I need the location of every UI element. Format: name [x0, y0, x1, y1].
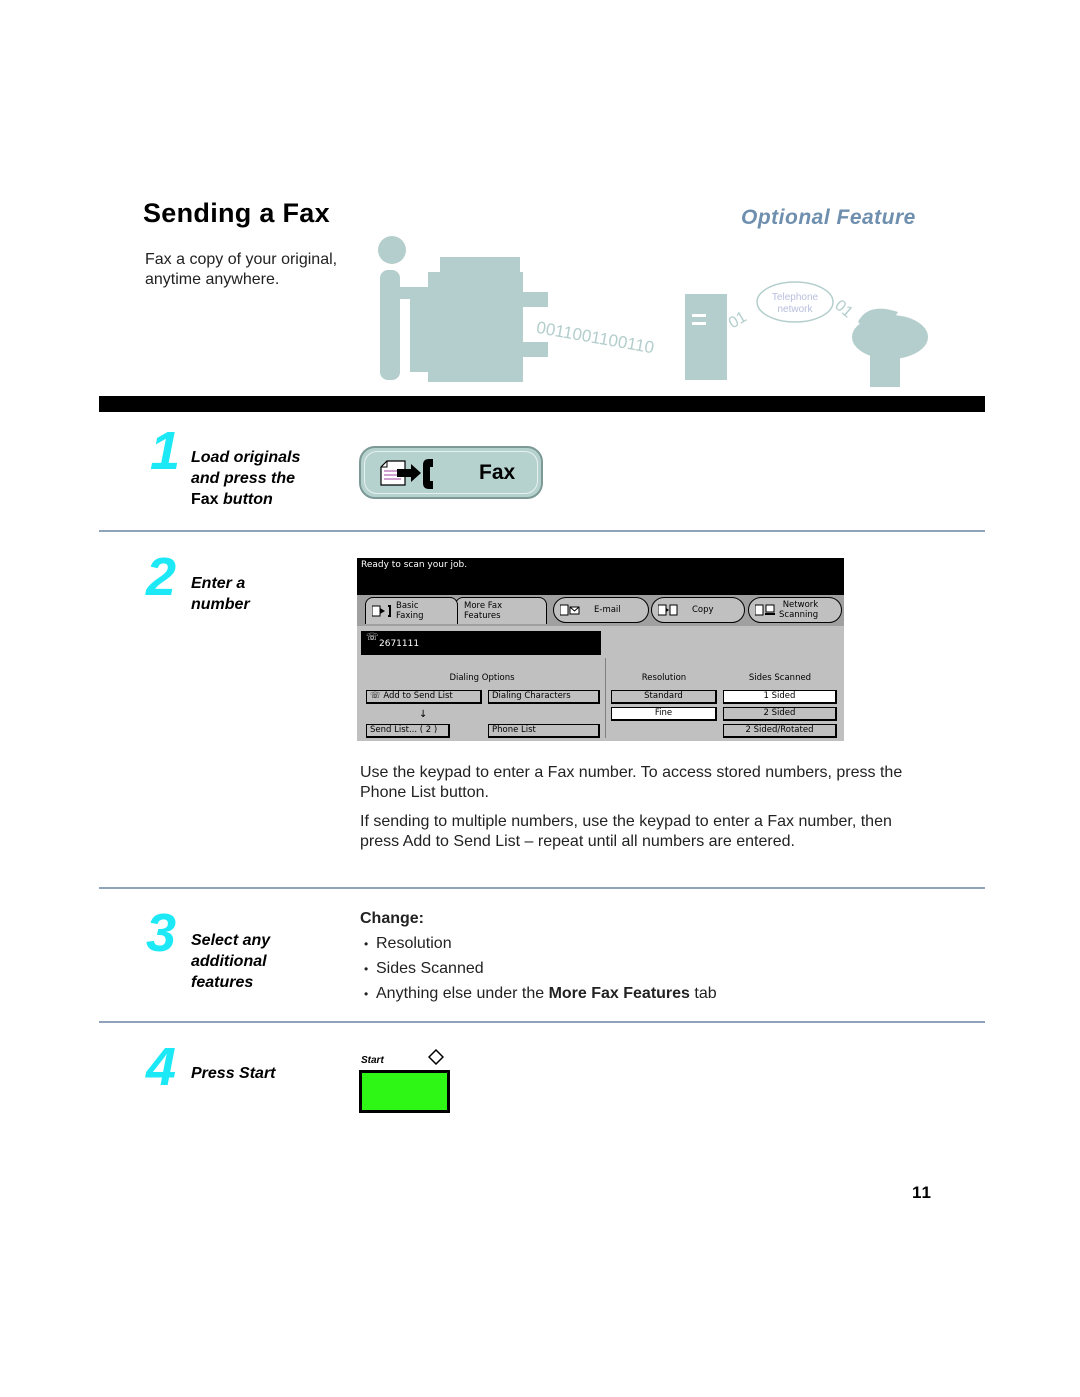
sides-2-sided-rotated-button[interactable]: 2 Sided/Rotated — [723, 724, 837, 738]
sides-1-sided-button[interactable]: 1 Sided — [723, 690, 837, 704]
resolution-standard-button[interactable]: Standard — [611, 690, 717, 704]
resolution-title: Resolution — [641, 673, 687, 683]
arrow-down-icon: ↓ — [419, 709, 428, 720]
tab-network-label: Network Scanning — [779, 600, 818, 620]
step-1-line-1: Load originals — [191, 449, 301, 466]
step-1-line-2: and press the — [191, 470, 296, 487]
tab-line-2: Faxing — [396, 611, 424, 621]
tab-line-2: Features — [464, 611, 501, 621]
step-1-bold: Fax — [191, 491, 219, 508]
step-3-number: 3 — [146, 903, 176, 963]
tab-basic-faxing-label: Basic Faxing — [396, 601, 424, 621]
tab-line-1: Network — [782, 600, 819, 610]
step-1-number: 1 — [150, 421, 180, 481]
change-list: Resolution Sides Scanned Anything else u… — [364, 934, 717, 1009]
step-2-number: 2 — [146, 547, 176, 607]
change-title: Change: — [360, 910, 424, 927]
list-item-text: Sides Scanned — [376, 960, 484, 977]
network-scan-icon — [754, 604, 775, 616]
fax-number-value: 2671111 — [379, 639, 420, 649]
step-3-line-3: features — [191, 974, 254, 991]
divider-2 — [99, 887, 985, 889]
page-title: Sending a Fax — [143, 198, 330, 228]
step-3-label: Select any additional features — [191, 930, 270, 993]
step-2-line-1: Enter a — [191, 575, 246, 592]
step-2-label: Enter a number — [191, 573, 250, 615]
tab-line-2: Scanning — [779, 610, 819, 620]
step-3-line-2: additional — [191, 953, 267, 970]
intro-text: Fax a copy of your original, anytime any… — [145, 251, 338, 288]
fax-button[interactable]: Fax — [359, 446, 543, 499]
step-2-line-2: number — [191, 596, 250, 613]
sides-2-sided-button[interactable]: 2 Sided — [723, 707, 837, 721]
binary-stream: 0011001100110 — [535, 318, 656, 357]
fax-icon — [380, 459, 433, 489]
tab-line-1: More Fax — [464, 601, 503, 611]
tab-email-label: E-mail — [594, 605, 621, 615]
fax-illustration: Telephone network 0011001100110 01 01 — [378, 236, 928, 387]
send-list-button[interactable]: Send List... ( 2 ) — [366, 724, 450, 738]
section-bar — [99, 396, 985, 412]
fax-icon — [371, 605, 392, 617]
server-icon — [685, 294, 727, 380]
options-separator — [605, 658, 606, 738]
list-item-text: Resolution — [376, 935, 452, 952]
step-4-label: Press Start — [191, 1065, 276, 1082]
list-item-suffix: tab — [689, 985, 717, 1002]
list-item: Sides Scanned — [364, 959, 717, 984]
email-icon — [559, 604, 580, 616]
fax-machine-icon — [852, 308, 928, 387]
resolution-fine-button[interactable]: Fine — [611, 707, 717, 721]
tab-network-scanning[interactable]: Network Scanning — [748, 597, 842, 623]
sides-scanned-title: Sides Scanned — [748, 673, 812, 683]
start-label: Start — [361, 1055, 384, 1066]
phone-icon: ☏ — [370, 691, 384, 701]
phone-list-button[interactable]: Phone List — [488, 724, 600, 738]
cloud-text-2: network — [777, 304, 813, 315]
dialing-options-title: Dialing Options — [449, 673, 515, 683]
status-message: Ready to scan your job. — [357, 558, 844, 595]
cloud-text-1: Telephone — [772, 292, 819, 303]
copy-icon — [657, 604, 678, 616]
divider-1 — [99, 530, 985, 532]
optional-feature-badge: Optional Feature — [741, 206, 916, 229]
tab-basic-faxing[interactable]: Basic Faxing — [365, 597, 458, 624]
step-2-paragraph-1: Use the keypad to enter a Fax number. To… — [360, 764, 903, 801]
tab-copy[interactable]: Copy — [651, 597, 745, 623]
step-1-label: Load originals and press the Fax button — [191, 447, 300, 510]
page-number: 11 — [912, 1183, 932, 1202]
list-item: Anything else under the More Fax Feature… — [364, 984, 717, 1009]
fax-screen: Ready to scan your job. Basic Faxing More… — [357, 558, 844, 741]
tab-more-fax-label: More Fax Features — [464, 601, 502, 621]
list-item-bold: More Fax Features — [548, 985, 690, 1002]
start-diamond-icon — [428, 1049, 444, 1065]
step-1-line-3: Fax button — [191, 489, 300, 510]
tab-copy-label: Copy — [692, 605, 714, 615]
tab-more-fax-features[interactable]: More Fax Features — [455, 597, 547, 624]
step-1-tail: button — [218, 491, 273, 508]
dialing-characters-button[interactable]: Dialing Characters — [488, 690, 600, 704]
phone-icon: ☏ — [366, 632, 379, 643]
add-to-send-list-label: Add to Send List — [383, 691, 453, 701]
list-item: Resolution — [364, 934, 717, 959]
start-button[interactable] — [359, 1070, 450, 1113]
step-4-number: 4 — [146, 1037, 176, 1097]
add-to-send-list-button[interactable]: ☏ Add to Send List — [366, 690, 482, 704]
binary-stream-3: 01 — [831, 297, 856, 322]
tab-bar: Basic Faxing More Fax Features E-mail Copy… — [357, 595, 844, 626]
divider-3 — [99, 1021, 985, 1023]
fax-button-label: Fax — [479, 461, 516, 484]
step-2-paragraph-2: If sending to multiple numbers, use the … — [360, 813, 892, 850]
copier-icon — [410, 257, 548, 382]
binary-stream-2: 01 — [726, 309, 750, 333]
step-3-line-1: Select any — [191, 932, 271, 949]
tab-line-1: Basic — [396, 601, 419, 611]
list-item-text: Anything else under the — [376, 985, 549, 1002]
person-icon — [378, 236, 406, 264]
fax-number-field[interactable]: ☏ 2671111 — [361, 631, 601, 655]
tab-email[interactable]: E-mail — [553, 597, 649, 623]
